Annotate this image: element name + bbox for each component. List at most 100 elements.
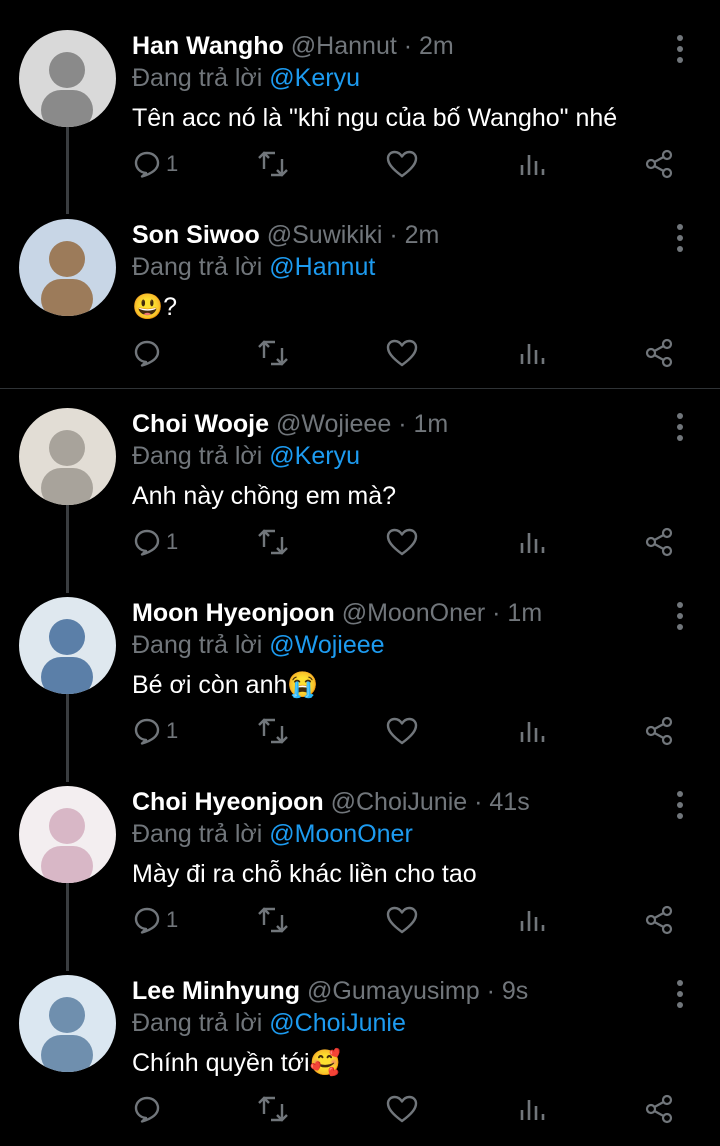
views-button[interactable] <box>518 898 546 942</box>
tweet-text: Anh này chồng em mà? <box>132 482 397 510</box>
tweet[interactable]: Choi Hyeonjoon @ChoiJunie · 41s Đang trả… <box>0 786 720 956</box>
mention-link[interactable]: @Keryu <box>269 442 360 470</box>
retweet-button[interactable] <box>256 142 290 186</box>
tweet[interactable]: Choi Wooje @Wojieee · 1m Đang trả lời @K… <box>0 408 720 578</box>
like-button[interactable] <box>386 898 418 942</box>
share-button[interactable] <box>644 898 674 942</box>
replying-prefix: Đang trả lời <box>132 442 263 470</box>
heart-icon <box>386 527 418 557</box>
reply-icon <box>132 527 162 557</box>
heart-icon <box>386 149 418 179</box>
reply-button[interactable] <box>132 1087 166 1131</box>
share-icon <box>644 527 674 557</box>
tweet[interactable]: Moon Hyeonjoon @MoonOner · 1m Đang trả l… <box>0 597 720 767</box>
author-handle[interactable]: @Suwikiki <box>267 221 383 249</box>
share-icon <box>644 149 674 179</box>
reply-button[interactable]: 1 <box>132 142 178 186</box>
tweet-time: · 41s <box>474 788 530 816</box>
mention-link[interactable]: @Wojieee <box>269 631 384 659</box>
heart-icon <box>386 1094 418 1124</box>
avatar[interactable] <box>19 975 116 1072</box>
reply-icon <box>132 716 162 746</box>
mention-link[interactable]: @MoonOner <box>269 820 413 848</box>
reply-button[interactable] <box>132 331 166 375</box>
reply-button[interactable]: 1 <box>132 709 178 753</box>
retweet-icon <box>256 149 290 179</box>
tweet-header: Han Wangho @Hannut · 2m <box>132 32 454 61</box>
avatar[interactable] <box>19 786 116 883</box>
tweet-text: Chính quyền tới🥰 <box>132 1049 341 1077</box>
like-button[interactable] <box>386 709 418 753</box>
views-button[interactable] <box>518 520 546 564</box>
like-button[interactable] <box>386 331 418 375</box>
like-button[interactable] <box>386 1087 418 1131</box>
more-icon[interactable] <box>672 412 688 442</box>
tweet[interactable]: Lee Minhyung @Gumayusimp · 9s Đang trả l… <box>0 975 720 1145</box>
views-button[interactable] <box>518 709 546 753</box>
share-icon <box>644 338 674 368</box>
tweet-actions: 1 <box>132 142 692 186</box>
mention-link[interactable]: @Keryu <box>269 64 360 92</box>
retweet-button[interactable] <box>256 898 290 942</box>
views-button[interactable] <box>518 1087 546 1131</box>
reply-button[interactable]: 1 <box>132 520 178 564</box>
replying-to: Đang trả lời @Keryu <box>132 442 360 471</box>
retweet-icon <box>256 1094 290 1124</box>
tweet-text: Bé ơi còn anh😭 <box>132 671 319 699</box>
retweet-button[interactable] <box>256 1087 290 1131</box>
tweet[interactable]: Han Wangho @Hannut · 2m Đang trả lời @Ke… <box>0 30 720 200</box>
author-handle[interactable]: @Gumayusimp <box>307 977 480 1005</box>
tweet-header: Lee Minhyung @Gumayusimp · 9s <box>132 977 528 1006</box>
share-button[interactable] <box>644 142 674 186</box>
more-icon[interactable] <box>672 979 688 1009</box>
retweet-icon <box>256 338 290 368</box>
views-icon <box>518 527 546 557</box>
share-button[interactable] <box>644 331 674 375</box>
heart-icon <box>386 716 418 746</box>
author-handle[interactable]: @Wojieee <box>276 410 391 438</box>
tweet[interactable]: Son Siwoo @Suwikiki · 2m Đang trả lời @H… <box>0 219 720 389</box>
like-button[interactable] <box>386 520 418 564</box>
tweet-header: Choi Hyeonjoon @ChoiJunie · 41s <box>132 788 530 817</box>
tweet-time: · 2m <box>403 32 454 60</box>
more-icon[interactable] <box>672 34 688 64</box>
author-name[interactable]: Choi Hyeonjoon <box>132 788 324 816</box>
author-handle[interactable]: @Hannut <box>291 32 397 60</box>
avatar[interactable] <box>19 30 116 127</box>
tweet-header: Choi Wooje @Wojieee · 1m <box>132 410 448 439</box>
share-icon <box>644 905 674 935</box>
like-button[interactable] <box>386 142 418 186</box>
retweet-button[interactable] <box>256 331 290 375</box>
more-icon[interactable] <box>672 223 688 253</box>
share-button[interactable] <box>644 709 674 753</box>
replying-prefix: Đang trả lời <box>132 253 263 281</box>
replying-prefix: Đang trả lời <box>132 820 263 848</box>
views-button[interactable] <box>518 331 546 375</box>
share-icon <box>644 716 674 746</box>
tweet-time: · 2m <box>389 221 440 249</box>
mention-link[interactable]: @ChoiJunie <box>269 1009 406 1037</box>
views-button[interactable] <box>518 142 546 186</box>
avatar[interactable] <box>19 597 116 694</box>
author-name[interactable]: Son Siwoo <box>132 221 260 249</box>
author-name[interactable]: Choi Wooje <box>132 410 269 438</box>
heart-icon <box>386 905 418 935</box>
mention-link[interactable]: @Hannut <box>269 253 375 281</box>
share-button[interactable] <box>644 1087 674 1131</box>
views-icon <box>518 338 546 368</box>
author-handle[interactable]: @MoonOner <box>342 599 486 627</box>
author-name[interactable]: Han Wangho <box>132 32 284 60</box>
avatar[interactable] <box>19 408 116 505</box>
avatar[interactable] <box>19 219 116 316</box>
retweet-button[interactable] <box>256 709 290 753</box>
author-handle[interactable]: @ChoiJunie <box>331 788 468 816</box>
more-icon[interactable] <box>672 790 688 820</box>
share-button[interactable] <box>644 520 674 564</box>
reply-button[interactable]: 1 <box>132 898 178 942</box>
author-name[interactable]: Lee Minhyung <box>132 977 300 1005</box>
tweet-time: · 1m <box>492 599 543 627</box>
more-icon[interactable] <box>672 601 688 631</box>
retweet-button[interactable] <box>256 520 290 564</box>
replying-prefix: Đang trả lời <box>132 631 263 659</box>
author-name[interactable]: Moon Hyeonjoon <box>132 599 335 627</box>
